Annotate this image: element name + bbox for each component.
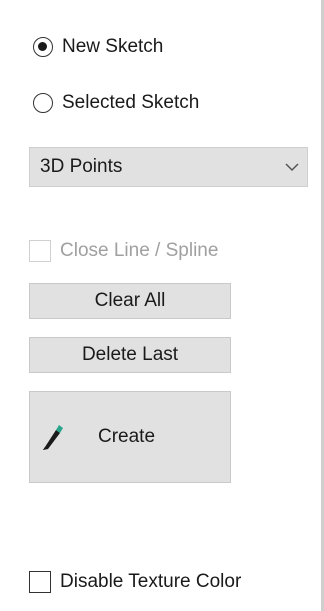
disable-texture-label: Disable Texture Color xyxy=(60,571,242,592)
close-line-checkbox-row: Close Line / Spline xyxy=(29,237,218,265)
radio-selected-sketch-indicator[interactable] xyxy=(33,93,53,113)
point-type-dropdown[interactable]: 3D Points xyxy=(29,147,308,187)
disable-texture-checkbox-row[interactable]: Disable Texture Color xyxy=(29,568,241,596)
radio-selected-sketch[interactable]: Selected Sketch xyxy=(33,89,199,117)
create-label: Create xyxy=(98,426,156,447)
radio-selected-sketch-label: Selected Sketch xyxy=(62,92,200,113)
radio-new-sketch-indicator[interactable] xyxy=(33,37,53,57)
clear-all-button[interactable]: Clear All xyxy=(29,283,231,319)
close-line-checkbox xyxy=(29,240,51,262)
delete-last-button[interactable]: Delete Last xyxy=(29,337,231,373)
sketch-options-panel: New Sketch Selected Sketch 3D Points Clo… xyxy=(0,0,324,611)
close-line-label: Close Line / Spline xyxy=(60,240,219,261)
point-type-value: 3D Points xyxy=(40,156,123,177)
radio-new-sketch[interactable]: New Sketch xyxy=(33,33,163,61)
create-button[interactable]: Create xyxy=(29,391,231,483)
disable-texture-checkbox[interactable] xyxy=(29,571,51,593)
chevron-down-icon[interactable] xyxy=(277,148,307,186)
radio-new-sketch-label: New Sketch xyxy=(62,36,164,57)
clear-all-label: Clear All xyxy=(94,290,166,311)
delete-last-label: Delete Last xyxy=(81,344,179,365)
pencil-icon xyxy=(40,423,64,451)
